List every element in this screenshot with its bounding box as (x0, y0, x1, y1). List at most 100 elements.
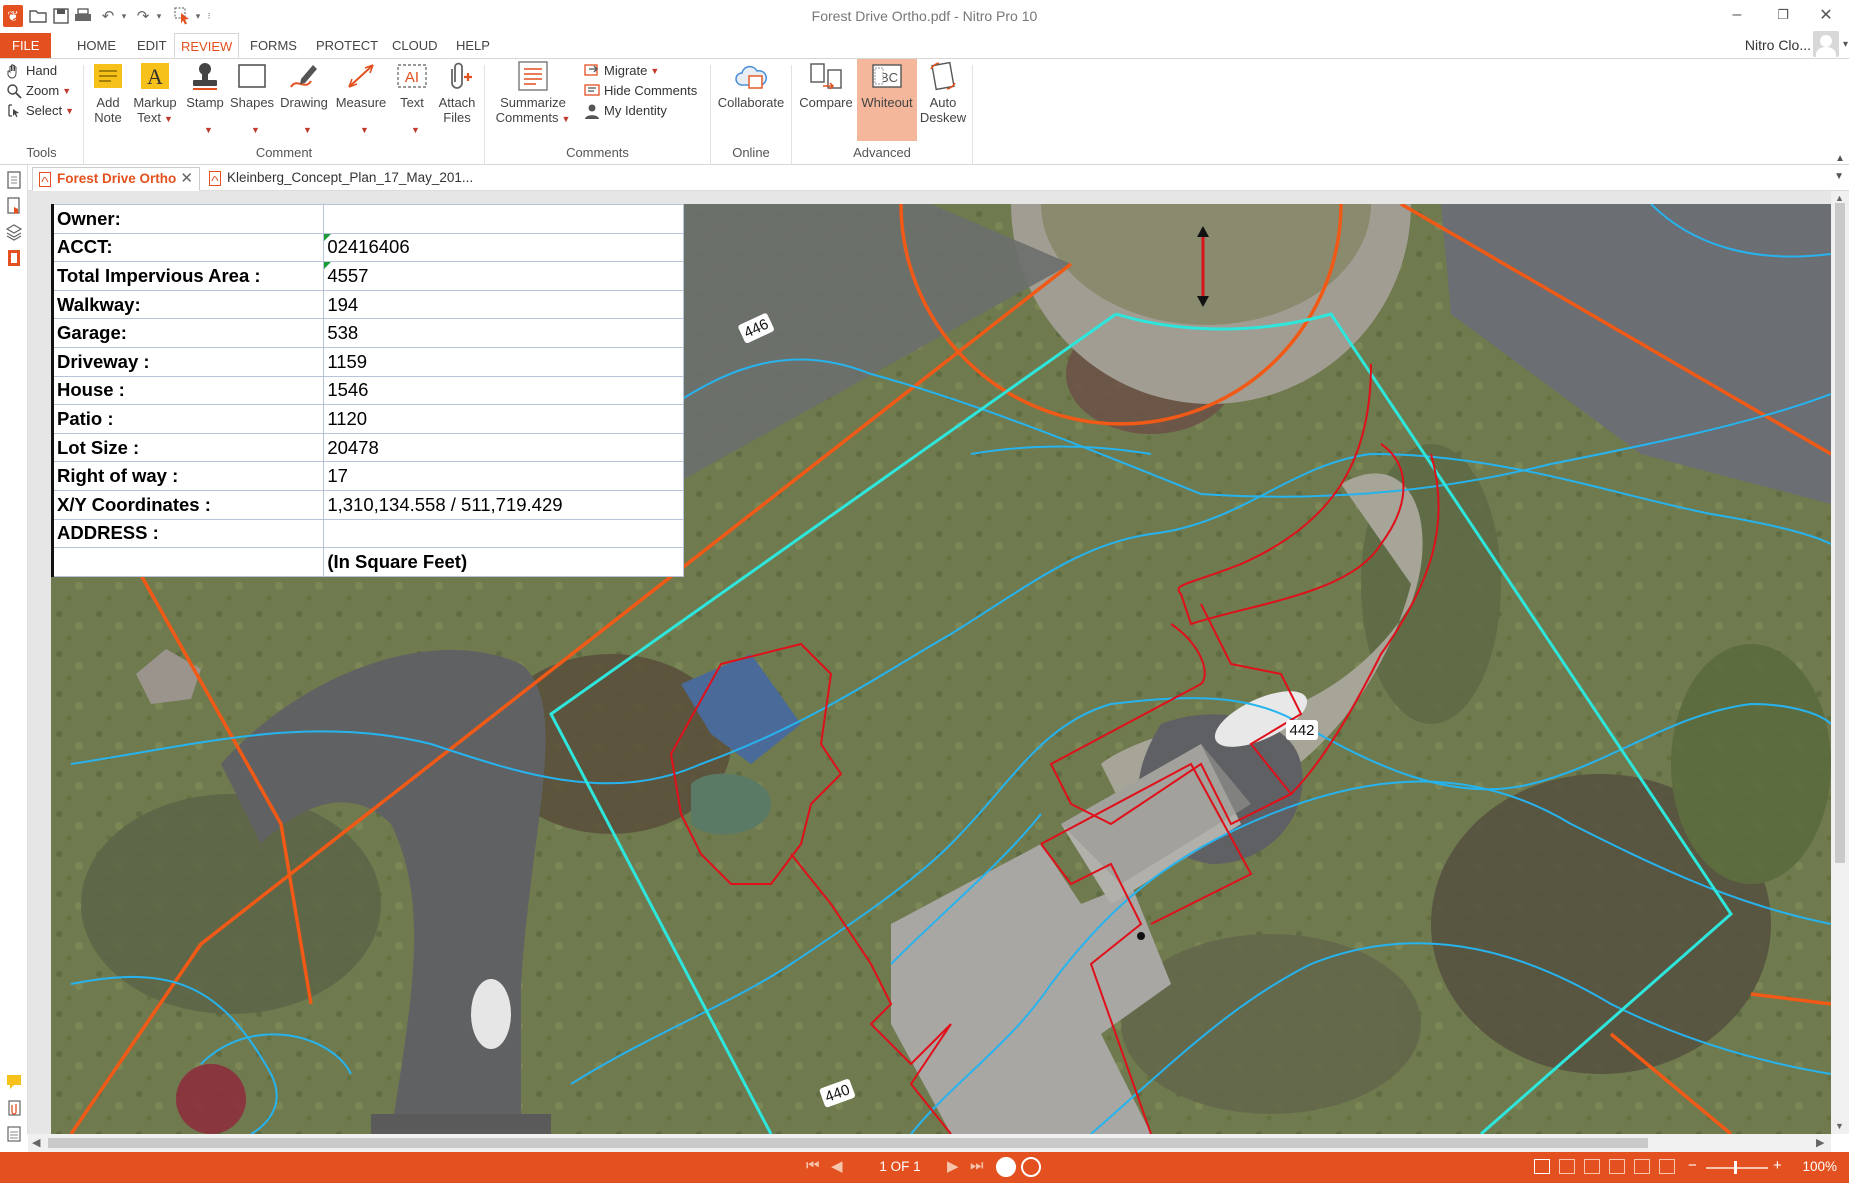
tab-home[interactable]: HOME (71, 33, 122, 58)
summarize-dropdown-icon[interactable]: ▼ (561, 114, 570, 124)
shapes-dropdown-icon[interactable]: ▼ (251, 125, 260, 135)
open-folder-icon[interactable] (28, 5, 48, 27)
attach-files-button[interactable]: Attach Files (434, 59, 480, 125)
user-account-name[interactable]: Nitro Clo... (1745, 37, 1811, 53)
vertical-scrollbar[interactable]: ▲ ▼ (1831, 191, 1849, 1134)
drawing-dropdown-icon[interactable]: ▼ (303, 125, 312, 135)
layers-panel-icon[interactable] (6, 223, 22, 241)
nitro-logo-icon[interactable]: ❦ (3, 5, 23, 27)
shapes-button[interactable]: Shapes (228, 59, 276, 110)
text-dropdown-icon[interactable]: ▼ (411, 125, 420, 135)
document-viewer[interactable]: 446 442 440 Owner: ACCT: 02416406 Total Imp… (28, 191, 1831, 1134)
quick-access-more-icon[interactable]: ⁝ (203, 5, 215, 27)
single-page-view-icon[interactable] (1534, 1159, 1550, 1174)
select-tool-button[interactable]: Select ▼ (6, 101, 74, 121)
save-icon[interactable] (51, 5, 71, 27)
fit-page-view-icon[interactable] (1659, 1159, 1675, 1174)
collaborate-button[interactable]: Collaborate (713, 59, 789, 110)
drawing-button[interactable]: Drawing (276, 59, 332, 110)
property-value (323, 204, 684, 234)
vertical-scroll-thumb[interactable] (1835, 203, 1845, 863)
close-window-button[interactable]: ✕ (1803, 0, 1849, 30)
zoom-out-icon[interactable]: − (1688, 1157, 1697, 1174)
text-box-button[interactable]: AI Text (392, 59, 432, 110)
measure-dropdown-icon[interactable]: ▼ (360, 125, 369, 135)
scroll-left-icon[interactable]: ◀ (32, 1136, 40, 1149)
collapse-ribbon-icon[interactable]: ▲ (1835, 153, 1845, 164)
horizontal-scrollbar[interactable]: ◀ ▶ (28, 1134, 1831, 1152)
signatures-panel-icon[interactable] (6, 1125, 22, 1143)
my-identity-button[interactable]: My Identity (584, 101, 667, 121)
tab-file[interactable]: FILE (0, 33, 52, 58)
whiteout-button[interactable]: BC Whiteout (857, 59, 917, 141)
zoom-dropdown-icon[interactable]: ▼ (62, 81, 71, 101)
compare-button[interactable]: Compare (795, 59, 857, 110)
page-indicator[interactable]: 1 OF 1 (860, 1159, 940, 1174)
ribbon-separator (972, 65, 973, 165)
facing-continuous-view-icon[interactable] (1609, 1159, 1625, 1174)
next-page-icon[interactable]: ▶ (947, 1157, 959, 1175)
chevron-down-icon[interactable]: ▾ (1843, 39, 1848, 50)
facing-view-icon[interactable] (1584, 1159, 1600, 1174)
stamp-dropdown-icon[interactable]: ▼ (204, 125, 213, 135)
tab-cloud[interactable]: CLOUD (386, 33, 444, 58)
previous-view-icon[interactable] (996, 1157, 1016, 1177)
property-label: Patio : (51, 404, 325, 434)
fullscreen-view-icon[interactable] (1634, 1159, 1650, 1174)
auto-deskew-button[interactable]: Auto Deskew (917, 59, 969, 125)
property-value: 4557 (323, 261, 684, 291)
zoom-tool-button[interactable]: Zoom ▼ (6, 81, 71, 101)
scroll-up-icon[interactable]: ▲ (1835, 193, 1844, 203)
property-label: Owner: (51, 204, 325, 234)
minimize-button[interactable]: – (1714, 0, 1760, 30)
undo-icon[interactable]: ↶ (97, 5, 119, 27)
redo-icon[interactable]: ↷ (132, 5, 154, 27)
continuous-view-icon[interactable] (1559, 1159, 1575, 1174)
migrate-dropdown-icon[interactable]: ▼ (650, 61, 659, 81)
print-icon[interactable] (73, 5, 93, 27)
tab-protect[interactable]: PROTECT (310, 33, 384, 58)
pages-panel-icon[interactable] (6, 171, 22, 189)
zoom-in-icon[interactable]: + (1773, 1157, 1782, 1174)
markup-text-button[interactable]: A Markup Text ▼ (130, 59, 180, 127)
previous-page-icon[interactable]: ◀ (831, 1157, 843, 1175)
output-panel-icon[interactable] (6, 249, 22, 267)
avatar[interactable] (1813, 31, 1839, 57)
tab-review[interactable]: REVIEW (174, 33, 240, 58)
zoom-level[interactable]: 100% (1802, 1159, 1837, 1174)
measure-button[interactable]: Measure (332, 59, 390, 110)
first-page-icon[interactable]: ⏮ (806, 1157, 820, 1174)
markup-text-label-2: Text (137, 110, 161, 125)
summarize-comments-button[interactable]: Summarize Comments ▼ (490, 59, 576, 127)
select-tool-icon[interactable] (172, 5, 192, 27)
doc-tab-forest-drive-ortho[interactable]: Forest Drive Ortho ✕ (32, 167, 200, 191)
scroll-down-icon[interactable]: ▼ (1835, 1121, 1844, 1131)
doc-tab-kleinberg-concept-plan[interactable]: Kleinberg_Concept_Plan_17_May_201... (203, 167, 503, 191)
stamp-button[interactable]: Stamp (182, 59, 228, 110)
markup-dropdown-icon[interactable]: ▼ (164, 114, 173, 124)
horizontal-scroll-thumb[interactable] (48, 1138, 1648, 1148)
hand-tool-button[interactable]: Hand (6, 61, 57, 81)
tab-edit[interactable]: EDIT (131, 33, 173, 58)
tab-help[interactable]: HELP (450, 33, 496, 58)
next-view-icon[interactable] (1021, 1157, 1041, 1177)
last-page-icon[interactable]: ⏭ (970, 1157, 984, 1174)
migrate-button[interactable]: Migrate ▼ (584, 61, 659, 81)
restore-button[interactable]: ❐ (1760, 0, 1806, 30)
add-note-button[interactable]: Add Note (88, 59, 128, 125)
pdf-page[interactable]: 446 442 440 Owner: ACCT: 02416406 Total Imp… (51, 204, 1831, 1134)
zoom-slider-knob[interactable] (1734, 1161, 1737, 1174)
redo-dropdown-icon[interactable]: ▾ (153, 5, 165, 27)
undo-dropdown-icon[interactable]: ▾ (118, 5, 130, 27)
close-tab-icon[interactable]: ✕ (180, 168, 193, 190)
hide-comments-button[interactable]: Hide Comments (584, 81, 697, 101)
bookmarks-panel-icon[interactable] (6, 197, 22, 215)
scroll-right-icon[interactable]: ▶ (1816, 1136, 1824, 1149)
zoom-slider[interactable] (1706, 1167, 1768, 1169)
attachments-panel-icon[interactable] (6, 1099, 22, 1117)
tab-forms[interactable]: FORMS (244, 33, 303, 58)
comments-panel-icon[interactable] (6, 1073, 22, 1091)
group-label-comment: Comment (255, 145, 313, 160)
tab-list-chevron-icon[interactable]: ▼ (1834, 171, 1844, 182)
select-dropdown-icon[interactable]: ▼ (65, 101, 74, 121)
